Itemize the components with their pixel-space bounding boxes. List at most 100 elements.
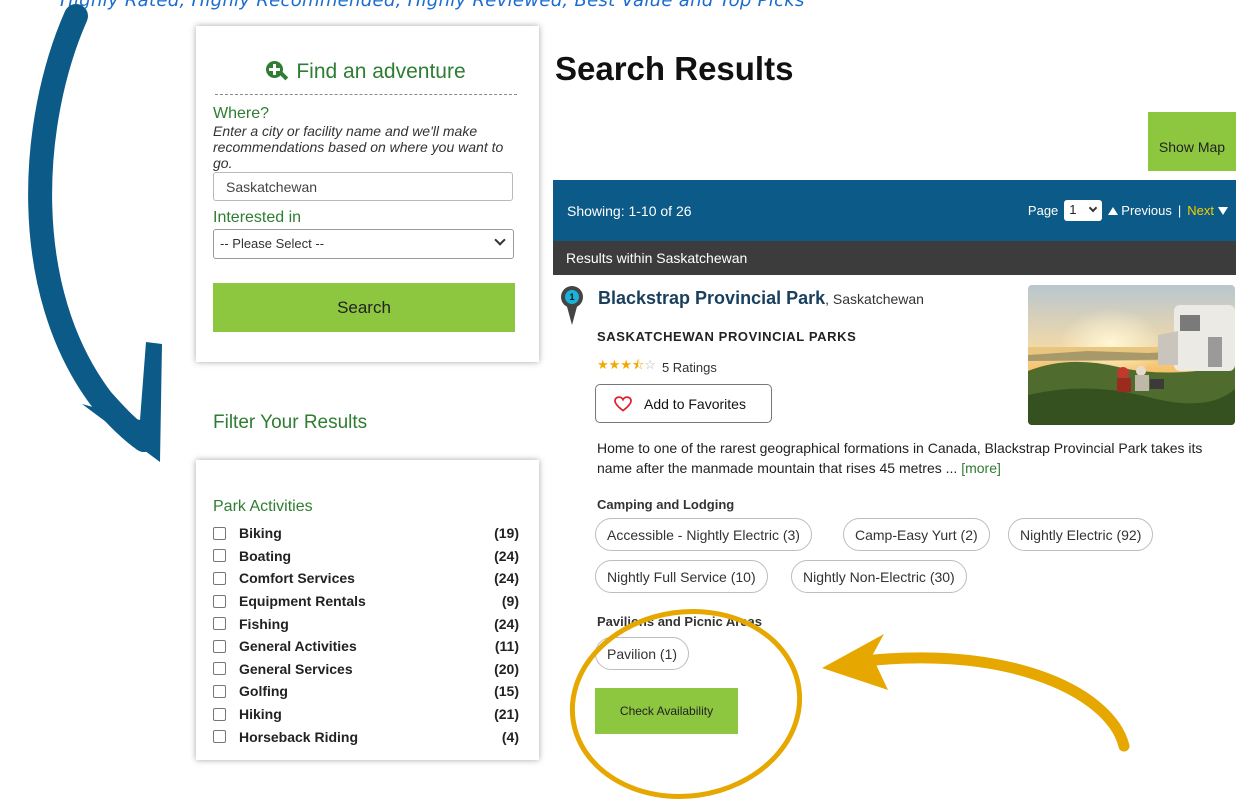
park-name-link[interactable]: Blackstrap Provincial Park, Saskatchewan (598, 288, 924, 309)
activity-name: Horseback Riding (239, 728, 359, 745)
map-pin-icon: 1 (561, 286, 583, 326)
activity-name: Comfort Services (239, 570, 355, 587)
activity-list: Biking (19) Boating (24) Comfort Services (24… (213, 522, 519, 748)
map-pin-number: 1 (565, 290, 579, 304)
ratings-count: 5 Ratings (661, 359, 717, 375)
activity-count: (24) (494, 547, 519, 564)
previous-label: Previous (1121, 203, 1172, 218)
show-map-button[interactable]: Show Map (1148, 112, 1236, 171)
page-label: Page (1027, 203, 1059, 218)
activity-name: Boating (239, 547, 292, 564)
gold-arrow-icon (836, 652, 1130, 752)
activity-count: (24) (494, 615, 519, 632)
activity-count: (21) (494, 706, 519, 723)
activity-name: Equipment Rentals (239, 593, 366, 610)
activity-count: (4) (501, 728, 519, 745)
activity-checkbox[interactable] (213, 684, 226, 698)
gold-arrowhead-icon (822, 634, 888, 690)
previous-link[interactable]: Previous (1108, 203, 1172, 218)
activity-row[interactable]: Horseback Riding (4) (213, 725, 519, 748)
page-select-value: 1 (1069, 202, 1077, 217)
activity-checkbox[interactable] (213, 549, 226, 563)
activity-row[interactable]: Biking (19) (213, 522, 519, 545)
activity-count: (11) (494, 638, 519, 655)
interested-in-select[interactable]: -- Please Select -- (213, 229, 514, 259)
camping-option-chip[interactable]: Nightly Non-Electric (30) (791, 560, 967, 593)
next-link[interactable]: Next (1187, 203, 1228, 218)
activity-count: (15) (494, 683, 519, 700)
find-adventure-panel: Find an adventure Where? Enter a city or… (196, 26, 539, 362)
park-operator: SASKATCHEWAN PROVINCIAL PARKS (597, 329, 857, 344)
park-activities-title: Park Activities (213, 498, 313, 515)
pavilion-option-chip[interactable]: Pavilion (1) (595, 637, 690, 670)
activity-checkbox[interactable] (213, 730, 226, 744)
activity-checkbox[interactable] (213, 526, 226, 540)
activity-row[interactable]: Hiking (21) (213, 703, 519, 726)
half-star: ⯪ (631, 357, 645, 372)
check-availability-button[interactable]: Check Availability (595, 688, 738, 734)
activity-name: Golfing (239, 683, 288, 700)
activity-row[interactable]: Comfort Services (24) (213, 567, 519, 590)
empty-star: ☆ (644, 357, 656, 372)
activity-count: (20) (494, 660, 519, 677)
camping-option-chip[interactable]: Accessible - Nightly Electric (3) (595, 518, 812, 551)
showing-count: Showing: 1-10 of 26 (567, 202, 692, 219)
camping-option-chip[interactable]: Camp-Easy Yurt (2) (843, 518, 990, 551)
next-label: Next (1187, 203, 1214, 218)
where-help-text: Enter a city or facility name and we'll … (213, 123, 504, 171)
activity-checkbox[interactable] (213, 617, 226, 631)
activity-name: Hiking (239, 706, 282, 723)
pager: Page 1 Previous | Next (1028, 200, 1228, 221)
where-label: Where? (213, 105, 270, 122)
activity-count: (24) (494, 570, 519, 587)
where-input[interactable] (213, 172, 513, 201)
results-pagination-bar: Showing: 1-10 of 26 Page 1 Previous | Ne… (553, 180, 1236, 241)
star-rating-icon: ★★★⯪☆ (597, 356, 656, 378)
camping-option-chip[interactable]: Nightly Full Service (10) (595, 560, 768, 593)
activity-row[interactable]: Golfing (15) (213, 680, 519, 703)
park-photo-image (1028, 285, 1235, 425)
activity-count: (9) (501, 593, 519, 610)
top-caption-strip: Highly Rated, Highly Recommended, Highly… (0, 0, 1236, 12)
magnifier-plus-icon (266, 61, 289, 83)
search-button[interactable]: Search (213, 283, 515, 332)
activity-row[interactable]: Equipment Rentals (9) (213, 590, 519, 613)
activity-row[interactable]: General Services (20) (213, 658, 519, 681)
activity-checkbox[interactable] (213, 571, 226, 585)
camping-lodging-label: Camping and Lodging (597, 497, 735, 512)
park-location: , Saskatchewan (825, 291, 924, 307)
top-caption: Highly Rated, Highly Recommended, Highly… (60, 0, 805, 11)
filter-results-heading: Filter Your Results (213, 412, 368, 433)
blue-arrow-icon (28, 4, 156, 452)
park-photo[interactable] (1028, 285, 1235, 425)
activity-name: Biking (239, 525, 282, 542)
activity-row[interactable]: Fishing (24) (213, 612, 519, 635)
add-to-favorites-button[interactable]: Add to Favorites (595, 384, 772, 423)
activity-row[interactable]: General Activities (11) (213, 635, 519, 658)
activity-checkbox[interactable] (213, 594, 226, 608)
park-rating: ★★★⯪☆ 5 Ratings (597, 356, 717, 378)
chevron-down-icon (494, 234, 506, 246)
interested-in-label: Interested in (213, 209, 302, 226)
description-text: Home to one of the rarest geographical f… (597, 440, 1203, 476)
activity-checkbox[interactable] (213, 662, 226, 676)
page-select[interactable]: 1 (1064, 200, 1103, 221)
find-adventure-title: Find an adventure (296, 60, 466, 83)
blue-arrowhead-icon (82, 342, 162, 462)
activity-row[interactable]: Boating (24) (213, 545, 519, 568)
chevron-down-icon (1089, 203, 1098, 213)
pavilions-label: Pavilions and Picnic Areas (597, 614, 762, 629)
activity-checkbox[interactable] (213, 639, 226, 653)
activity-count: (19) (494, 525, 519, 542)
activity-name: General Activities (239, 638, 357, 655)
more-link[interactable]: [more] (961, 460, 1001, 476)
activity-checkbox[interactable] (213, 707, 226, 721)
activity-name: General Services (239, 660, 353, 677)
camping-option-chip[interactable]: Nightly Electric (92) (1008, 518, 1154, 551)
pager-separator: | (1177, 203, 1182, 218)
favorites-label: Add to Favorites (644, 395, 746, 412)
activity-name: Fishing (239, 615, 289, 632)
park-description: Home to one of the rarest geographical f… (597, 438, 1236, 478)
find-adventure-heading: Find an adventure (215, 60, 517, 95)
filter-panel: Park Activities Biking (19) Boating (24) Com… (196, 460, 539, 760)
